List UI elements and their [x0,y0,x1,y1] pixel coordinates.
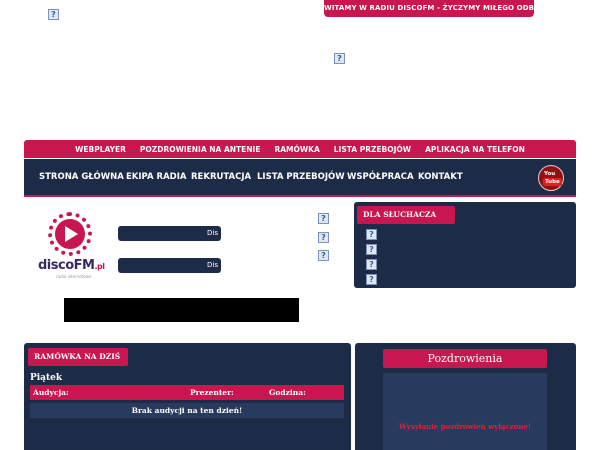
schedule-panel: RAMÓWKA NA DZIŚ Piątek Audycja: Prezente… [24,343,351,450]
schedule-title: RAMÓWKA NA DZIŚ [28,348,128,366]
top-nav: WEBPLAYER POZDROWIENIA NA ANTENIE RAMÓWK… [24,140,576,158]
nav-link-greetings-on-air[interactable]: POZDROWIENIA NA ANTENIE [140,145,261,154]
youtube-icon[interactable]: You Tube [538,165,564,191]
broken-image-icon: ? [318,250,329,261]
column-header-time: Godzina: [269,388,306,397]
main-nav-contact[interactable]: KONTAKT [418,172,463,182]
broken-image-icon[interactable]: ? [366,274,377,285]
nav-link-schedule[interactable]: RAMÓWKA [274,145,319,154]
main-nav-home[interactable]: STRONA GŁÓWNA [39,172,124,182]
main-nav-hit-list[interactable]: LISTA PRZEBOJÓW [257,172,345,182]
broken-image-icon[interactable]: ? [366,229,377,240]
listener-panel: DLA SŁUCHACZA ? ? ? ? [354,202,576,288]
stream-player[interactable]: Dis [118,226,221,241]
column-header-show: Audycja: [33,388,69,397]
main-nav-team[interactable]: EKIPA RADIA [126,172,186,182]
play-icon [65,226,78,242]
nav-link-phone-app[interactable]: APLIKACJA NA TELEFON [425,145,525,154]
greetings-panel: Pozdrowienia Wysyłanie pozdrowień wyłącz… [355,343,576,450]
youtube-tube-text: Tube [543,178,562,186]
greetings-title: Pozdrowienia [383,349,547,368]
greetings-box: Wysyłanie pozdrowień wyłączone! [383,373,547,450]
schedule-day: Piątek [30,373,63,383]
broken-image-icon[interactable]: ? [366,259,377,270]
broken-image-icon: ? [48,9,59,20]
youtube-you-text: You [544,171,556,177]
station-logo[interactable]: discoFM.pl radio internetowe [34,208,106,282]
main-nav: STRONA GŁÓWNA EKIPA RADIA REKRUTACJA LIS… [24,159,576,197]
listener-panel-title: DLA SŁUCHACZA [357,206,455,224]
broken-image-icon: ? [334,53,345,64]
schedule-empty-row: Brak audycji na ten dzień! [30,403,344,418]
nav-link-webplayer[interactable]: WEBPLAYER [75,145,126,154]
greetings-disabled-message: Wysyłanie pozdrowień wyłączone! [399,422,531,431]
logo-text: discoFM.pl [38,258,105,273]
logo-tagline: radio internetowe [56,274,92,279]
stream-player[interactable]: Dis [118,258,221,273]
broken-image-icon: ? [318,232,329,243]
broken-image-icon: ? [318,213,329,224]
schedule-table-header: Audycja: Prezenter: Godzina: [30,385,344,400]
main-nav-recruitment[interactable]: REKRUTACJA [191,172,251,182]
nav-link-hit-list[interactable]: LISTA PRZEBOJÓW [334,145,411,154]
main-nav-cooperation[interactable]: WSPÓŁPRACA [347,172,414,182]
black-banner [64,298,299,322]
column-header-host: Prezenter: [190,388,234,397]
welcome-banner: WITAMY W RADIU DISCOFM - ŻYCZYMY MIŁEGO … [324,0,557,17]
broken-image-icon[interactable]: ? [366,244,377,255]
